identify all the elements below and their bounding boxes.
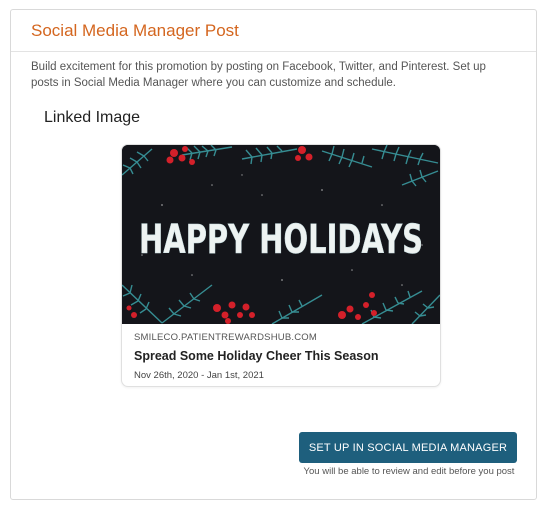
panel-description: Build excitement for this promotion by p… bbox=[31, 61, 486, 89]
panel-header: Social Media Manager Post bbox=[11, 10, 536, 52]
linked-image-card[interactable]: HAPPY HOLIDAYS SMILECO.PATIENTREWARDSHUB… bbox=[121, 144, 441, 387]
panel-title: Social Media Manager Post bbox=[31, 21, 239, 40]
button-hint: You will be able to review and edit befo… bbox=[303, 466, 515, 477]
holiday-banner-image: HAPPY HOLIDAYS bbox=[122, 145, 440, 324]
linked-image-label: Linked Image bbox=[44, 109, 141, 126]
card-body: SMILECO.PATIENTREWARDSHUB.COM Spread Som… bbox=[122, 324, 440, 381]
card-domain: SMILECO.PATIENTREWARDSHUB.COM bbox=[134, 332, 317, 343]
setup-social-media-manager-button[interactable]: SET UP IN SOCIAL MEDIA MANAGER bbox=[299, 432, 517, 463]
happy-holidays-text: HAPPY HOLIDAYS bbox=[139, 217, 423, 263]
social-media-manager-panel: Social Media Manager Post Build exciteme… bbox=[10, 9, 537, 500]
card-dates: Nov 26th, 2020 - Jan 1st, 2021 bbox=[134, 370, 264, 381]
card-headline: Spread Some Holiday Cheer This Season bbox=[134, 349, 379, 363]
